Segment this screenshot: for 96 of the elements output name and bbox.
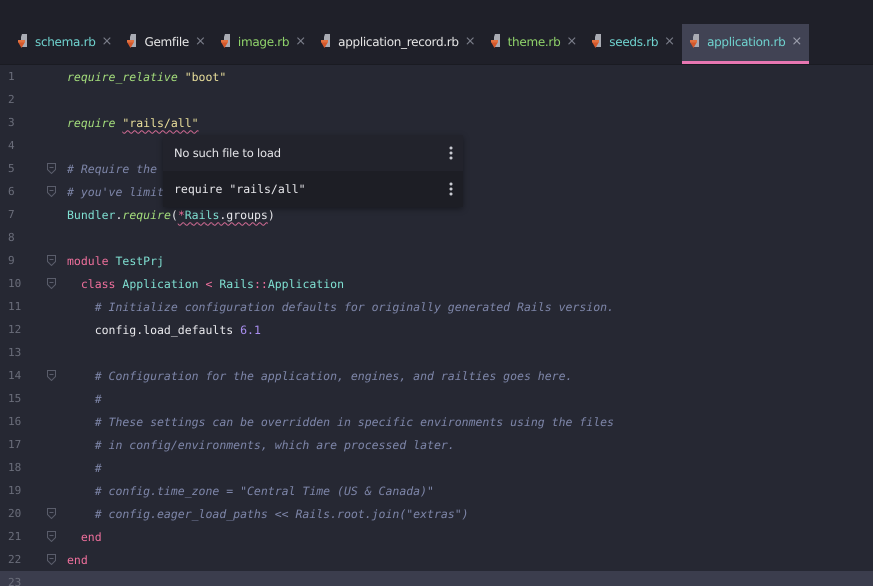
keyword: class [80, 276, 116, 290]
method-name: require [67, 116, 116, 130]
string-literal: "rails/all" [122, 116, 199, 130]
close-icon[interactable]: × [566, 34, 578, 49]
line-number: 11 [7, 300, 22, 313]
line-number: 17 [7, 438, 22, 451]
file-tab[interactable]: image.rb × [212, 24, 314, 64]
code-comment: # in config/environments, which are processed later. [94, 438, 455, 452]
ruby-file-icon [490, 34, 502, 49]
line-number: 3 [7, 116, 16, 129]
code-comment: # [94, 460, 102, 474]
more-icon[interactable] [449, 182, 453, 196]
keyword: end [80, 530, 102, 544]
more-icon[interactable] [449, 146, 453, 160]
line-number: 10 [7, 277, 22, 290]
line-number: 16 [7, 415, 22, 428]
line-number: 20 [7, 507, 22, 520]
close-icon[interactable]: × [195, 34, 206, 49]
code-text: ( [170, 208, 178, 222]
line-number: 8 [7, 231, 16, 244]
fold-icon[interactable] [47, 508, 56, 519]
line-number: 21 [7, 530, 22, 543]
file-tab[interactable]: seeds.rb × [584, 24, 682, 64]
close-icon[interactable]: × [664, 34, 676, 49]
code-comment: # [94, 392, 102, 406]
tab-label: theme.rb [508, 34, 560, 48]
code-comment: # config.eager_load_paths << Rails.root.join("extras") [94, 506, 469, 520]
ruby-file-icon [690, 34, 702, 49]
code-snippet: require "rails/all" [174, 182, 306, 196]
fold-icon[interactable] [47, 163, 56, 174]
constant-name: Application [121, 276, 199, 290]
line-number: 12 [7, 323, 22, 336]
number-literal: 6.1 [239, 322, 261, 336]
fold-icon[interactable] [47, 278, 56, 289]
code-text: config.load_defaults [94, 322, 234, 336]
line-number: 4 [7, 139, 16, 152]
line-number: 7 [7, 208, 16, 221]
line-number: 19 [7, 484, 22, 497]
close-icon[interactable]: × [102, 34, 112, 49]
ruby-file-icon [127, 34, 138, 49]
line-number: 14 [7, 369, 22, 382]
code-text: .groups [219, 208, 268, 222]
tab-label: application_record.rb [338, 34, 459, 48]
line-number: 5 [7, 162, 16, 175]
file-tab[interactable]: schema.rb × [10, 24, 120, 64]
error-message: No such file to load [174, 146, 281, 160]
line-number: 15 [7, 392, 22, 405]
line-number: 9 [7, 254, 16, 267]
line-number: 18 [7, 461, 22, 474]
fold-icon[interactable] [47, 531, 56, 542]
fold-icon[interactable] [47, 186, 56, 197]
fold-icon[interactable] [47, 255, 56, 266]
code-text: ) [268, 208, 275, 222]
file-tab[interactable]: application_record.rb × [313, 24, 483, 64]
file-tab[interactable]: Gemfile × [119, 24, 213, 64]
keyword: end [67, 552, 88, 566]
tab-label: Gemfile [144, 34, 189, 48]
fold-icon[interactable] [47, 554, 56, 565]
constant-name: Bundler [67, 208, 116, 222]
code-comment: # Require the [67, 162, 158, 176]
constant-name: Rails [218, 276, 254, 290]
close-icon[interactable]: × [464, 34, 476, 49]
code-comment: # Configuration for the application, engines, and railties goes here. [94, 368, 572, 382]
line-number: 2 [7, 93, 16, 106]
constant-name: TestPrj [114, 254, 164, 268]
code-comment: # you've limit [67, 184, 164, 198]
line-number: 22 [7, 553, 22, 566]
constant-name: Rails [184, 208, 220, 222]
tab-label: application.rb [707, 34, 786, 48]
ruby-file-icon [220, 34, 232, 49]
method-name: require [122, 208, 171, 222]
tab-label: image.rb [238, 34, 290, 48]
keyword: module [67, 254, 109, 268]
line-number: 13 [7, 346, 22, 359]
line-number: 1 [7, 70, 16, 83]
constant-name: Application [268, 276, 344, 290]
file-tab[interactable]: theme.rb × [482, 24, 584, 64]
close-icon[interactable]: × [295, 34, 306, 49]
ruby-file-icon [592, 34, 604, 49]
close-icon[interactable]: × [791, 34, 802, 49]
line-number: 6 [7, 185, 16, 198]
fold-icon[interactable] [47, 370, 56, 381]
operator: * [178, 208, 185, 222]
method-name: require_relative [67, 70, 178, 84]
code-comment: # config.time_zone = "Central Time (US & Canada)" [94, 484, 434, 498]
ruby-file-icon [18, 34, 29, 49]
operator: < [204, 276, 212, 290]
file-tab[interactable]: application.rb × [682, 24, 810, 64]
operator: :: [254, 276, 268, 290]
tab-label: seeds.rb [609, 34, 658, 48]
code-comment: # Initialize configuration defaults for originally generated Rails version. [94, 300, 614, 314]
code-text: . [115, 208, 122, 222]
ruby-file-icon [321, 34, 332, 49]
tab-label: schema.rb [35, 34, 96, 48]
string-literal: "boot" [184, 70, 226, 84]
code-comment: # These settings can be overridden in specific environments using the files [94, 414, 614, 428]
